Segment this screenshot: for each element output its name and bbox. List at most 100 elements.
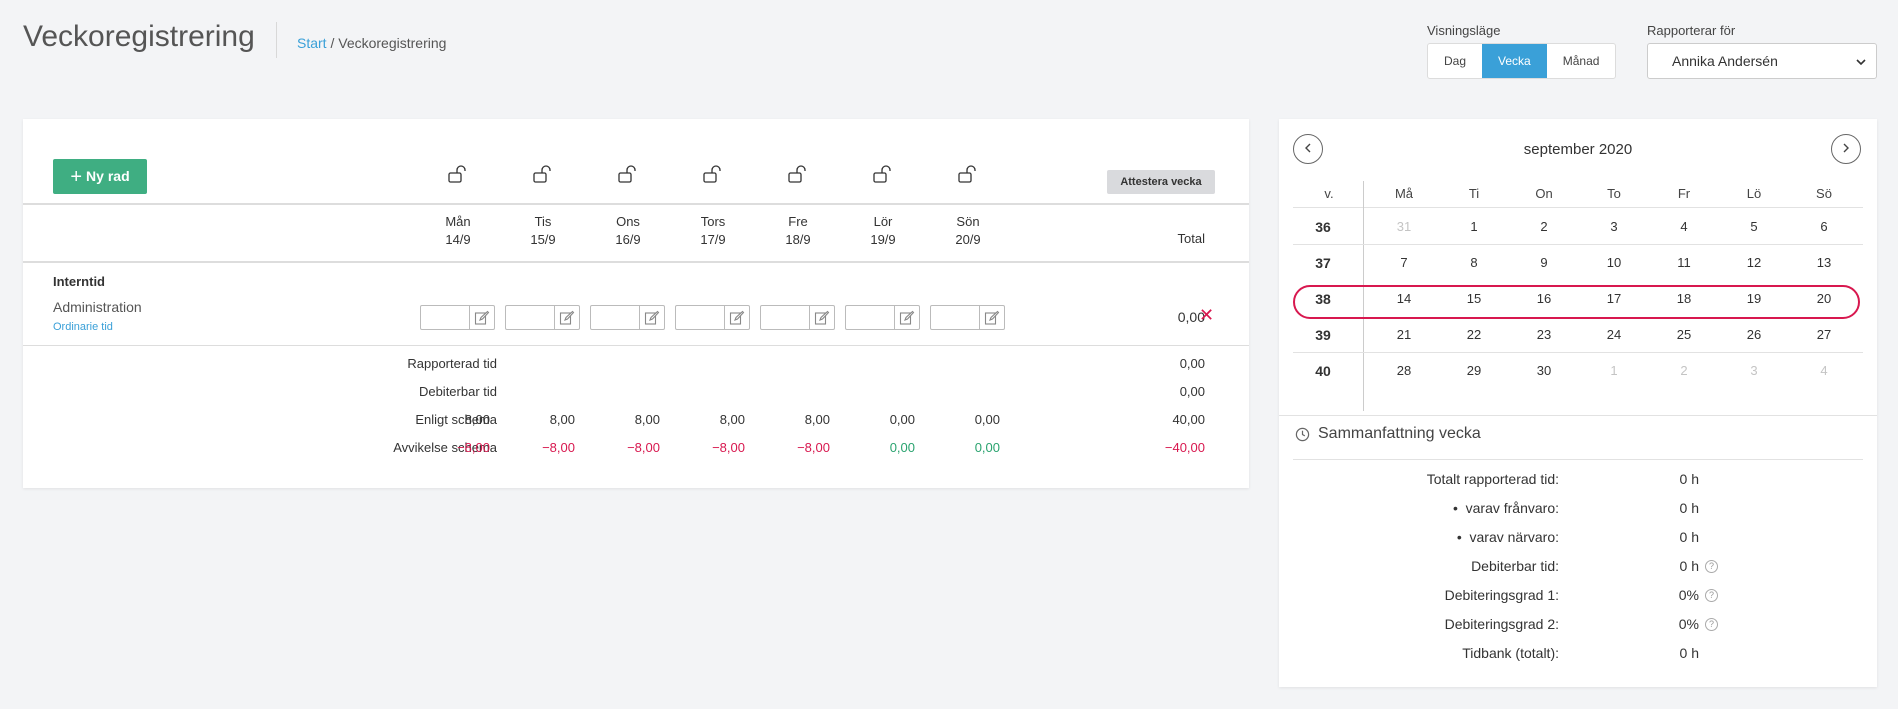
- new-row-button[interactable]: + Ny rad: [53, 159, 147, 194]
- unlock-icon[interactable]: [958, 165, 978, 183]
- unlock-icon[interactable]: [788, 165, 808, 183]
- unlock-icon[interactable]: [533, 165, 553, 183]
- calendar-day[interactable]: 2: [1519, 219, 1569, 234]
- calendar-day[interactable]: 5: [1729, 219, 1779, 234]
- summary-row-label: Tidbank (totalt):: [1462, 645, 1559, 661]
- view-day-button[interactable]: Dag: [1428, 44, 1482, 78]
- calendar-row-divider: [1293, 352, 1863, 353]
- view-month-button[interactable]: Månad: [1547, 44, 1616, 78]
- day-column-header: Lör 19/9: [848, 213, 918, 249]
- reported-time-label: Rapporterad tid: [407, 356, 497, 371]
- deviation-value: −8,00: [627, 440, 660, 455]
- breadcrumb-home-link[interactable]: Start: [297, 35, 327, 51]
- project-subtype-link[interactable]: Ordinarie tid: [53, 321, 113, 333]
- next-month-button[interactable]: [1831, 134, 1861, 164]
- calendar-day[interactable]: 29: [1449, 363, 1499, 378]
- help-icon[interactable]: ?: [1705, 618, 1718, 631]
- time-entry-input[interactable]: [760, 305, 835, 330]
- day-date: 20/9: [955, 232, 981, 247]
- calendar-week-number[interactable]: 36: [1293, 219, 1353, 235]
- attest-week-button[interactable]: Attestera vecka: [1107, 170, 1215, 194]
- view-week-button[interactable]: Vecka: [1482, 44, 1547, 78]
- calendar-week-number[interactable]: 37: [1293, 255, 1353, 271]
- calendar-day[interactable]: 23: [1519, 327, 1569, 342]
- calendar-day[interactable]: 9: [1519, 255, 1569, 270]
- calendar-day[interactable]: 15: [1449, 291, 1499, 306]
- calendar-day[interactable]: 19: [1729, 291, 1779, 306]
- calendar-day[interactable]: 4: [1799, 363, 1849, 378]
- calendar-day[interactable]: 1: [1449, 219, 1499, 234]
- calendar-day[interactable]: 14: [1379, 291, 1429, 306]
- calendar-day[interactable]: 12: [1729, 255, 1779, 270]
- unlock-icon[interactable]: [703, 165, 723, 183]
- delete-row-icon[interactable]: ✕: [1199, 305, 1214, 326]
- calendar-week-number[interactable]: 39: [1293, 327, 1353, 343]
- calendar-day[interactable]: 30: [1519, 363, 1569, 378]
- edit-note-icon[interactable]: [809, 306, 834, 329]
- calendar-day[interactable]: 24: [1589, 327, 1639, 342]
- calendar-weekday-header: On: [1535, 186, 1553, 201]
- unlock-icon[interactable]: [873, 165, 893, 183]
- edit-note-icon[interactable]: [554, 306, 579, 329]
- report-for-label: Rapporterar för: [1647, 23, 1736, 38]
- help-icon[interactable]: ?: [1705, 560, 1718, 573]
- calendar-weekday-header: Fr: [1677, 186, 1691, 201]
- deviation-total: −40,00: [1164, 440, 1205, 455]
- calendar-day[interactable]: 10: [1589, 255, 1639, 270]
- day-name: Tis: [534, 214, 552, 229]
- schema-total: 40,00: [1172, 412, 1205, 427]
- calendar-day[interactable]: 11: [1659, 255, 1709, 270]
- summary-row-label: Totalt rapporterad tid:: [1426, 471, 1559, 487]
- calendar-month-title: september 2020: [1523, 141, 1633, 158]
- help-icon[interactable]: ?: [1705, 589, 1718, 602]
- time-entry-input[interactable]: [675, 305, 750, 330]
- calendar-day[interactable]: 28: [1379, 363, 1429, 378]
- time-entry-input[interactable]: [505, 305, 580, 330]
- calendar-day[interactable]: 21: [1379, 327, 1429, 342]
- edit-note-icon[interactable]: [979, 306, 1004, 329]
- calendar-week-number[interactable]: 40: [1293, 363, 1353, 379]
- calendar-header-divider: [1293, 207, 1863, 208]
- calendar-day[interactable]: 8: [1449, 255, 1499, 270]
- report-for-select[interactable]: Annika Andersén: [1647, 43, 1877, 79]
- edit-note-icon[interactable]: [894, 306, 919, 329]
- calendar-day[interactable]: 20: [1799, 291, 1849, 306]
- calendar-day[interactable]: 7: [1379, 255, 1429, 270]
- edit-note-icon[interactable]: [469, 306, 494, 329]
- time-entry-input[interactable]: [420, 305, 495, 330]
- calendar-week-number[interactable]: 38: [1293, 291, 1353, 307]
- edit-note-icon[interactable]: [639, 306, 664, 329]
- time-entry-input[interactable]: [590, 305, 665, 330]
- calendar-day[interactable]: 6: [1799, 219, 1849, 234]
- calendar-day[interactable]: 13: [1799, 255, 1849, 270]
- calendar-week-header: v.: [1324, 186, 1334, 201]
- chevron-down-icon: [1856, 44, 1866, 78]
- calendar-day[interactable]: 25: [1659, 327, 1709, 342]
- edit-note-icon[interactable]: [724, 306, 749, 329]
- page-title: Veckoregistrering: [23, 20, 255, 53]
- calendar-day[interactable]: 4: [1659, 219, 1709, 234]
- time-entry-input[interactable]: [930, 305, 1005, 330]
- calendar-day[interactable]: 1: [1589, 363, 1639, 378]
- calendar-day[interactable]: 22: [1449, 327, 1499, 342]
- time-entry-input[interactable]: [845, 305, 920, 330]
- summary-row-value: 0%: [1678, 616, 1699, 632]
- schema-value: 8,00: [634, 412, 660, 427]
- summary-row-label: Debiteringsgrad 2:: [1444, 616, 1559, 632]
- unlock-icon[interactable]: [618, 165, 638, 183]
- summary-row-label: • varav närvaro:: [1456, 529, 1559, 545]
- calendar-day[interactable]: 2: [1659, 363, 1709, 378]
- breadcrumb: Start / Veckoregistrering: [297, 35, 446, 51]
- calendar-day[interactable]: 17: [1589, 291, 1639, 306]
- calendar-day[interactable]: 16: [1519, 291, 1569, 306]
- reported-time-total: 0,00: [1179, 356, 1205, 371]
- calendar-day[interactable]: 27: [1799, 327, 1849, 342]
- unlock-icon[interactable]: [448, 165, 468, 183]
- calendar-day[interactable]: 3: [1729, 363, 1779, 378]
- section-label: Interntid: [53, 274, 105, 289]
- calendar-day[interactable]: 3: [1589, 219, 1639, 234]
- day-column-header: Mån 14/9: [423, 213, 493, 249]
- calendar-day[interactable]: 26: [1729, 327, 1779, 342]
- calendar-day[interactable]: 18: [1659, 291, 1709, 306]
- calendar-day[interactable]: 31: [1379, 219, 1429, 234]
